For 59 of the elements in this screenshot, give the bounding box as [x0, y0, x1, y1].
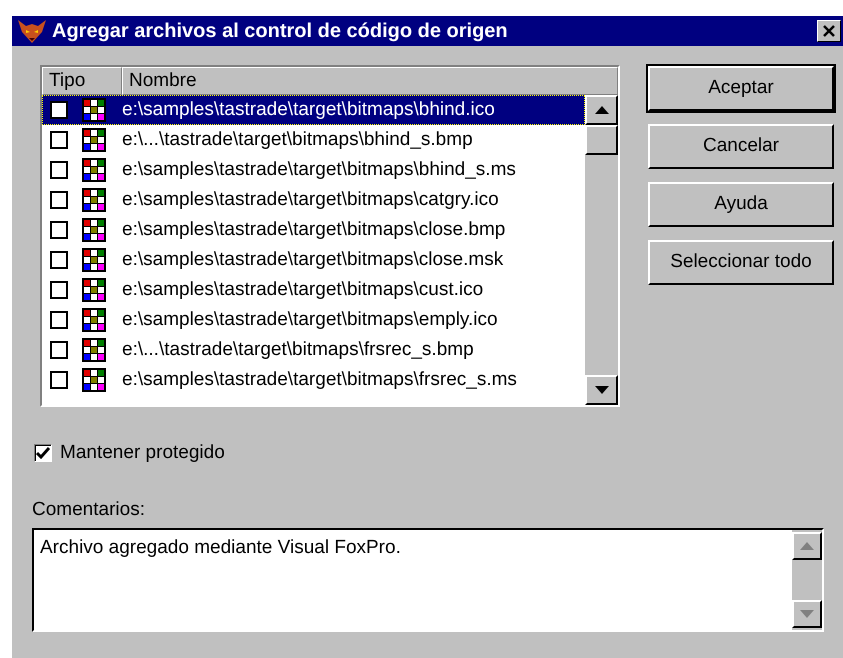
- file-path: e:\samples\tastrade\target\bitmaps\frsrec_s.ms: [121, 368, 518, 392]
- scroll-thumb[interactable]: [585, 125, 618, 155]
- dialog-button[interactable]: Cancelar: [648, 124, 834, 169]
- checkbox[interactable]: [50, 251, 68, 269]
- column-header[interactable]: Tipo: [42, 67, 122, 95]
- file-row[interactable]: e:\samples\tastrade\target\bitmaps\frsrec_s.ms: [42, 365, 585, 395]
- window-title: Agregar archivos al control de código de origen: [51, 19, 509, 44]
- file-path: e:\samples\tastrade\target\bitmaps\bhind.ico: [121, 98, 496, 122]
- checkbox[interactable]: [50, 221, 68, 239]
- checkbox[interactable]: [50, 311, 68, 329]
- file-path: e:\...\tastrade\target\bitmaps\frsrec_s.bmp: [121, 338, 475, 362]
- checkbox[interactable]: [50, 341, 68, 359]
- file-path: e:\samples\tastrade\target\bitmaps\cust.ico: [121, 278, 484, 302]
- bitmap-file-icon: [82, 158, 106, 182]
- bitmap-file-icon: [82, 218, 106, 242]
- checkbox[interactable]: [50, 131, 68, 149]
- bitmap-file-icon: [82, 128, 106, 152]
- file-row[interactable]: e:\samples\tastrade\target\bitmaps\bhind_s.ms: [42, 155, 585, 185]
- down-arrow-icon: [594, 386, 608, 394]
- file-row[interactable]: e:\samples\tastrade\target\bitmaps\emply.ico: [42, 305, 585, 335]
- file-row[interactable]: e:\samples\tastrade\target\bitmaps\cust.ico: [42, 275, 585, 305]
- close-icon: [822, 25, 836, 37]
- dialog-button[interactable]: Ayuda: [648, 182, 834, 227]
- file-row[interactable]: e:\...\tastrade\target\bitmaps\bhind_s.bmp: [42, 125, 585, 155]
- file-path: e:\...\tastrade\target\bitmaps\bhind_s.bmp: [121, 128, 474, 152]
- comments-label: Comentarios:: [32, 498, 146, 522]
- file-path: e:\samples\tastrade\target\bitmaps\catgry.ico: [121, 188, 500, 212]
- file-row[interactable]: e:\samples\tastrade\target\bitmaps\catgry.ico: [42, 185, 585, 215]
- checkbox[interactable]: [34, 444, 52, 462]
- file-row[interactable]: e:\...\tastrade\target\bitmaps\frsrec_s.bmp: [42, 335, 585, 365]
- dialog-button[interactable]: Seleccionar todo: [648, 240, 834, 285]
- file-path: e:\samples\tastrade\target\bitmaps\emply.ico: [121, 308, 499, 332]
- checkbox[interactable]: [50, 101, 68, 119]
- bitmap-file-icon: [82, 278, 106, 302]
- bitmap-file-icon: [82, 338, 106, 362]
- checkbox[interactable]: [50, 281, 68, 299]
- checkbox-label[interactable]: Mantener protegido: [60, 439, 225, 468]
- dialog-button[interactable]: Aceptar: [648, 66, 834, 111]
- bitmap-file-icon: [82, 368, 106, 392]
- fox-icon: [16, 18, 48, 44]
- file-path: e:\samples\tastrade\target\bitmaps\close.bmp: [121, 218, 506, 242]
- checkbox[interactable]: [50, 191, 68, 209]
- file-path: e:\samples\tastrade\target\bitmaps\bhind_s.ms: [121, 158, 517, 182]
- checkbox[interactable]: [50, 161, 68, 179]
- file-row[interactable]: e:\samples\tastrade\target\bitmaps\bhind.ico: [42, 95, 585, 125]
- scroll-down-button[interactable]: [585, 375, 618, 405]
- file-row[interactable]: e:\samples\tastrade\target\bitmaps\close.msk: [42, 245, 585, 275]
- checkbox[interactable]: [50, 371, 68, 389]
- column-header[interactable]: Nombre: [122, 67, 618, 95]
- up-arrow-icon: [594, 106, 608, 114]
- scroll-up-button[interactable]: [585, 95, 618, 125]
- file-path: e:\samples\tastrade\target\bitmaps\close.msk: [121, 248, 504, 272]
- bitmap-file-icon: [82, 248, 106, 272]
- bitmap-file-icon: [82, 188, 106, 212]
- close-button[interactable]: [817, 20, 841, 42]
- scrollbar[interactable]: [585, 95, 618, 405]
- bitmap-file-icon: [82, 98, 106, 122]
- bitmap-file-icon: [82, 308, 106, 332]
- file-row[interactable]: e:\samples\tastrade\target\bitmaps\close.bmp: [42, 215, 585, 245]
